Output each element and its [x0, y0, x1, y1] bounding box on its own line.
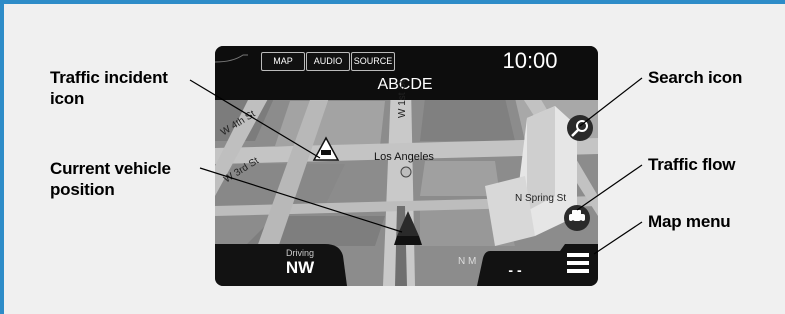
distance-readout: - -	[508, 262, 522, 278]
callout-traffic-incident-line1: Traffic incident	[50, 68, 168, 87]
search-icon[interactable]	[567, 115, 593, 141]
source-button[interactable]: SOURCE	[351, 52, 395, 71]
callout-traffic-incident: Traffic incident icon	[50, 67, 168, 109]
callout-traffic-flow: Traffic flow	[648, 155, 736, 174]
callout-current-vehicle-line2: position	[50, 180, 115, 199]
left-accent-rule	[0, 0, 4, 314]
audio-button[interactable]: AUDIO	[306, 52, 350, 71]
street-label-w1st: W 1st St	[397, 80, 408, 118]
traffic-flow-icon[interactable]	[564, 205, 590, 231]
map-block	[420, 98, 515, 141]
map-menu-icon[interactable]	[567, 253, 589, 273]
callout-traffic-incident-line2: icon	[50, 89, 85, 108]
illustration-frame: Traffic incident icon Current vehicle po…	[0, 0, 785, 314]
leader-map-menu	[593, 221, 643, 255]
callout-current-vehicle: Current vehicle position	[50, 158, 171, 200]
callout-current-vehicle-line1: Current vehicle	[50, 159, 171, 178]
city-label: Los Angeles	[374, 151, 434, 163]
top-accent-rule	[0, 0, 785, 4]
clock: 10:00	[502, 48, 558, 73]
callout-search-icon: Search icon	[648, 68, 743, 87]
map-block	[275, 101, 385, 146]
city-marker	[400, 166, 412, 178]
street-label-nspring: N Spring St	[515, 193, 567, 204]
heading-readout: NW	[285, 258, 315, 277]
callout-map-menu: Map menu	[648, 212, 731, 231]
map-button[interactable]: MAP	[261, 52, 305, 71]
street-label-nm: N M	[458, 256, 477, 267]
driving-label: Driving	[285, 248, 314, 258]
